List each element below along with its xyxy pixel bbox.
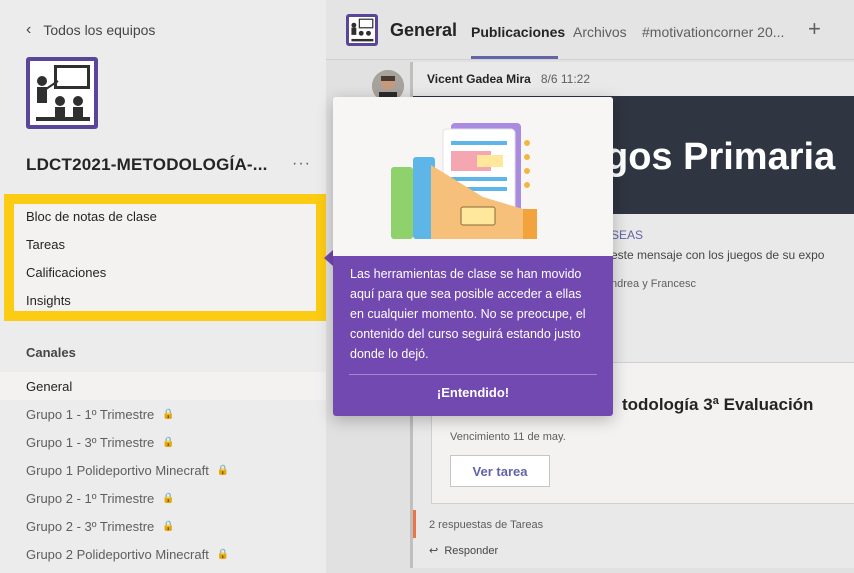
tool-grades[interactable]: Calificaciones [26, 265, 106, 280]
add-tab-icon[interactable]: + [808, 16, 821, 42]
team-name: LDCT2021-METODOLOGÍA-... [26, 155, 268, 174]
sidebar: ‹ Todos los equipos LDCT2021-METODOLOGÍA… [0, 0, 326, 573]
post-line: este mensaje con los juegos de su expo [611, 248, 825, 262]
channel-item[interactable]: Grupo 2 Polideportivo Minecraft 🔒 [0, 540, 326, 568]
view-assignment-button[interactable]: Ver tarea [450, 455, 550, 487]
reply-label: Responder [444, 545, 499, 557]
replies-accent-bar [413, 510, 416, 538]
back-label: Todos los equipos [43, 22, 156, 38]
assignment-title: todología 3ª Evaluación [622, 395, 814, 414]
post-author: Vicent Gadea Mira [427, 72, 531, 86]
lock-icon: 🔒 [162, 408, 175, 420]
tab-motivationcorner[interactable]: #motivationcorner 20... [642, 24, 784, 40]
tool-class-notebook[interactable]: Bloc de notas de clase [26, 209, 157, 224]
channel-header: General Publicaciones Archivos #motivati… [326, 0, 854, 60]
lock-icon: 🔒 [216, 548, 230, 560]
popover-illustration [333, 97, 613, 256]
team-name-row[interactable]: LDCT2021-METODOLOGÍA-... ··· [26, 155, 316, 175]
channel-item[interactable]: Grupo 1 Polideportivo Minecraft 🔒 [0, 456, 326, 484]
post-timestamp: 8/6 11:22 [540, 72, 590, 86]
post-line: SEAS [611, 228, 644, 242]
channel-label: Grupo 2 Polideportivo Minecraft [26, 546, 209, 562]
popover-arrow [324, 250, 333, 266]
channel-label: General [26, 378, 73, 394]
lock-icon: 🔒 [162, 436, 175, 448]
replies-count[interactable]: 2 respuestas de Tareas [429, 519, 543, 531]
lock-icon: 🔒 [162, 492, 175, 504]
channel-title: General [390, 20, 458, 40]
channel-label: Grupo 2 - 3º Trimestre [26, 518, 155, 534]
back-to-all-teams[interactable]: ‹ Todos los equipos [26, 21, 155, 39]
channel-item[interactable]: General [0, 372, 326, 400]
channel-item[interactable]: Grupo 1 - 3º Trimestre 🔒 [0, 428, 326, 456]
channel-label: Grupo 1 Polideportivo Minecraft [26, 462, 209, 478]
tab-files[interactable]: Archivos [573, 24, 627, 40]
tool-insights[interactable]: Insights [26, 293, 71, 308]
banner-text: gos Primaria [605, 136, 836, 178]
class-tools-popover: Las herramientas de clase se han movido … [333, 97, 613, 416]
reply-button[interactable]: ↩ Responder [429, 544, 498, 557]
reply-icon: ↩ [429, 545, 439, 557]
channel-item[interactable]: Grupo 2 - 1º Trimestre 🔒 [0, 484, 326, 512]
channel-item[interactable]: Grupo 2 - 3º Trimestre 🔒 [0, 512, 326, 540]
channel-label: Grupo 2 - 1º Trimestre [26, 490, 155, 506]
post-header: Vicent Gadea Mira 8/6 11:22 [427, 72, 590, 86]
folder-illustration-icon [391, 123, 537, 239]
assignment-due-date: Vencimiento 11 de may. [450, 431, 566, 443]
tool-assignments[interactable]: Tareas [26, 237, 65, 252]
channel-item[interactable]: Grupo 1 - 1º Trimestre 🔒 [0, 400, 326, 428]
chevron-left-icon: ‹ [26, 21, 32, 38]
class-tools-highlight: Bloc de notas de clase Tareas Calificaci… [4, 194, 326, 321]
channel-label: Grupo 1 - 3º Trimestre [26, 434, 155, 450]
post-line: ndrea y Francesc [611, 278, 696, 290]
classroom-icon [351, 18, 374, 42]
active-tab-indicator [471, 56, 558, 59]
team-logo [26, 57, 98, 129]
popover-divider [349, 374, 597, 375]
lock-icon: 🔒 [162, 520, 175, 532]
got-it-button[interactable]: ¡Entendido! [333, 380, 613, 404]
channel-label: Grupo 1 - 1º Trimestre [26, 406, 155, 422]
more-options-icon[interactable]: ··· [292, 155, 311, 173]
classroom-icon [36, 65, 90, 121]
popover-body: Las herramientas de clase se han movido … [333, 256, 613, 416]
channels-heading: Canales [26, 345, 76, 360]
tab-posts[interactable]: Publicaciones [471, 24, 565, 40]
popover-message: Las herramientas de clase se han movido … [350, 267, 586, 361]
lock-icon: 🔒 [216, 464, 230, 476]
channel-team-icon [346, 14, 378, 46]
